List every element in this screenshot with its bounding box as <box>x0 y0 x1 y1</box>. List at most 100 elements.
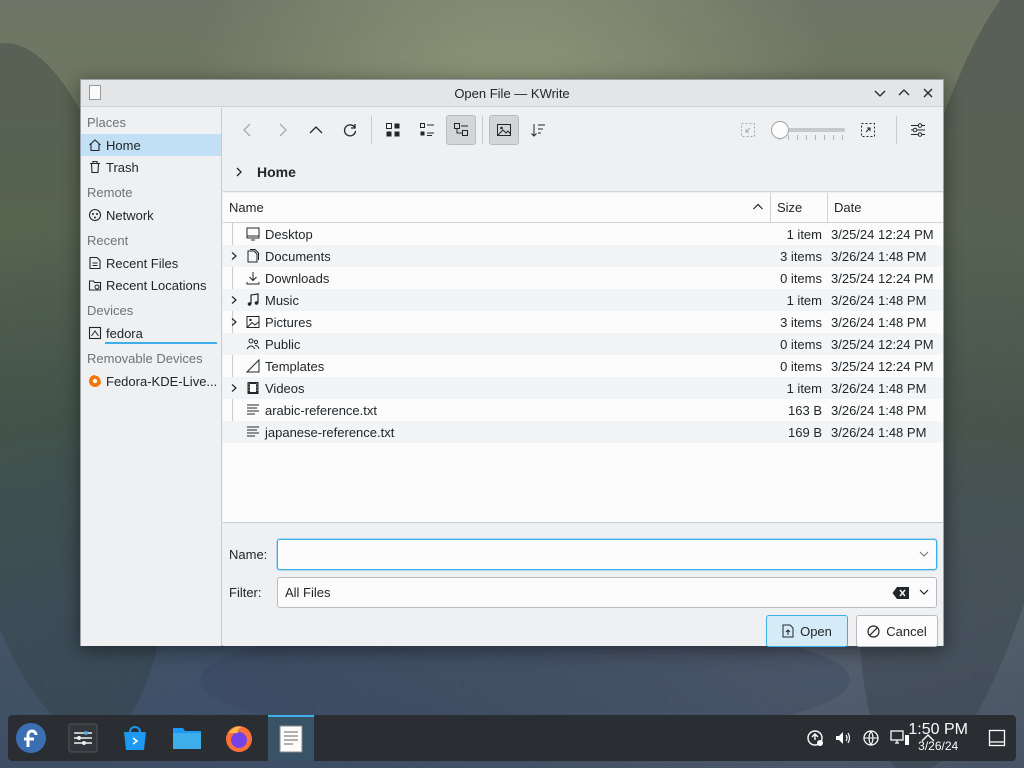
toolbar-separator <box>371 116 372 144</box>
maximize-icon <box>898 89 910 96</box>
filter-value: All Files <box>285 585 331 600</box>
taskbar-dolphin[interactable] <box>164 715 210 761</box>
toolbar <box>223 108 943 152</box>
back-button[interactable] <box>233 115 263 145</box>
file-row[interactable]: Public 0 items 3/25/24 12:24 PM <box>223 333 943 355</box>
zoom-slider-handle[interactable] <box>771 121 789 139</box>
column-date-label: Date <box>834 200 862 215</box>
downloads-folder-icon <box>245 270 261 286</box>
file-size: 0 items <box>780 270 822 286</box>
documents-folder-icon <box>245 248 261 264</box>
sort-button[interactable] <box>523 115 553 145</box>
filename-input[interactable] <box>285 540 936 569</box>
file-row[interactable]: Videos 1 item 3/26/24 1:48 PM <box>223 377 943 399</box>
column-header-size[interactable]: Size <box>771 193 828 222</box>
chevron-right-icon[interactable] <box>229 317 239 327</box>
file-row[interactable]: Pictures 3 items 3/26/24 1:48 PM <box>223 311 943 333</box>
file-row[interactable]: Desktop 1 item 3/25/24 12:24 PM <box>223 223 943 245</box>
column-header-date[interactable]: Date <box>828 193 943 222</box>
compact-view-icon <box>420 123 434 136</box>
updates-icon[interactable] <box>806 729 824 747</box>
application-launcher[interactable] <box>8 715 54 761</box>
file-size: 1 item <box>786 226 822 242</box>
chevron-right-icon[interactable] <box>233 166 245 178</box>
column-header-name[interactable]: Name <box>223 193 771 222</box>
taskbar-kwrite[interactable] <box>268 715 314 761</box>
chevron-down-icon[interactable] <box>918 548 930 560</box>
row-expander[interactable] <box>223 311 243 333</box>
row-expander[interactable] <box>223 377 243 399</box>
chevron-right-icon[interactable] <box>229 383 239 393</box>
sidebar-section-heading: Recent <box>87 233 129 248</box>
forward-button[interactable] <box>267 115 297 145</box>
row-expander <box>223 333 243 355</box>
home-icon <box>88 138 102 152</box>
file-row[interactable]: arabic-reference.txt 163 B 3/26/24 1:48 PM <box>223 399 943 421</box>
sidebar-item-label: Home <box>106 137 141 153</box>
file-row[interactable]: Templates 0 items 3/25/24 12:24 PM <box>223 355 943 377</box>
row-expander[interactable] <box>223 245 243 267</box>
sidebar-item-fedora-kde-live[interactable]: Fedora-KDE-Live... <box>81 370 221 392</box>
sidebar-item-home[interactable]: Home <box>81 134 221 156</box>
icons-view-button[interactable] <box>378 115 408 145</box>
taskbar-discover[interactable] <box>112 715 158 761</box>
file-row[interactable]: Downloads 0 items 3/25/24 12:24 PM <box>223 267 943 289</box>
cancel-button[interactable]: Cancel <box>856 615 938 647</box>
breadcrumb-home[interactable]: Home <box>257 164 296 180</box>
parent-folder-button[interactable] <box>301 115 331 145</box>
taskbar-firefox[interactable] <box>216 715 262 761</box>
system-settings-icon <box>68 723 98 753</box>
title-bar[interactable]: Open File — KWrite <box>81 80 943 107</box>
file-size: 169 B <box>788 424 822 440</box>
sidebar-item-fedora[interactable]: fedora <box>81 322 221 344</box>
compact-view-button[interactable] <box>412 115 442 145</box>
row-expander <box>223 399 243 421</box>
row-expander[interactable] <box>223 289 243 311</box>
file-dialog-window: Open File — KWrite Places Home Trash Remote… <box>80 79 944 647</box>
sidebar-item-label: fedora <box>106 325 143 341</box>
cancel-button-label: Cancel <box>886 623 927 639</box>
show-preview-button[interactable] <box>489 115 519 145</box>
optical-disc-icon <box>88 374 102 388</box>
chevron-right-icon[interactable] <box>229 251 239 261</box>
digital-clock[interactable]: 1:50 PM 3/26/24 <box>908 721 968 753</box>
sort-icon <box>531 124 545 137</box>
sidebar-item-recent-files[interactable]: Recent Files <box>81 252 221 274</box>
file-row[interactable]: japanese-reference.txt 169 B 3/26/24 1:48 … <box>223 421 943 443</box>
minimize-button[interactable] <box>871 84 889 102</box>
options-menu-button[interactable] <box>903 115 933 145</box>
file-date: 3/25/24 12:24 PM <box>831 358 934 374</box>
chevron-right-icon[interactable] <box>229 295 239 305</box>
sidebar-item-label: Recent Locations <box>106 277 207 293</box>
file-row[interactable]: Music 1 item 3/26/24 1:48 PM <box>223 289 943 311</box>
filename-combobox[interactable] <box>277 539 937 570</box>
file-list-header: Name Size Date <box>223 193 943 223</box>
network-globe-icon[interactable] <box>862 729 880 747</box>
filter-combobox[interactable]: All Files <box>277 577 937 608</box>
open-button[interactable]: Open <box>766 615 848 647</box>
detailed-tree-view-button[interactable] <box>446 115 476 145</box>
file-row[interactable]: Documents 3 items 3/26/24 1:48 PM <box>223 245 943 267</box>
zoom-out-button[interactable] <box>733 115 763 145</box>
wired-network-icon[interactable] <box>890 729 910 747</box>
sidebar-section-heading: Devices <box>87 303 134 318</box>
sidebar-item-recent-locations[interactable]: Recent Locations <box>81 274 221 296</box>
volume-icon[interactable] <box>834 729 852 747</box>
toolbar-separator <box>482 116 483 144</box>
clear-text-icon[interactable] <box>892 586 910 600</box>
zoom-in-button[interactable] <box>853 115 883 145</box>
reload-button[interactable] <box>335 115 365 145</box>
peek-desktop-button[interactable] <box>988 729 1006 750</box>
pictures-folder-icon <box>245 314 261 330</box>
chevron-down-icon[interactable] <box>918 586 930 598</box>
public-folder-icon <box>245 336 261 352</box>
text-file-icon <box>245 402 261 418</box>
maximize-button[interactable] <box>895 84 913 102</box>
close-button[interactable] <box>919 84 937 102</box>
column-name-label: Name <box>229 200 264 215</box>
file-name: Videos <box>265 380 305 396</box>
taskbar-system-settings[interactable] <box>60 715 106 761</box>
sidebar-item-trash[interactable]: Trash <box>81 156 221 178</box>
zoom-slider[interactable] <box>771 118 845 142</box>
sidebar-item-network[interactable]: Network <box>81 204 221 226</box>
